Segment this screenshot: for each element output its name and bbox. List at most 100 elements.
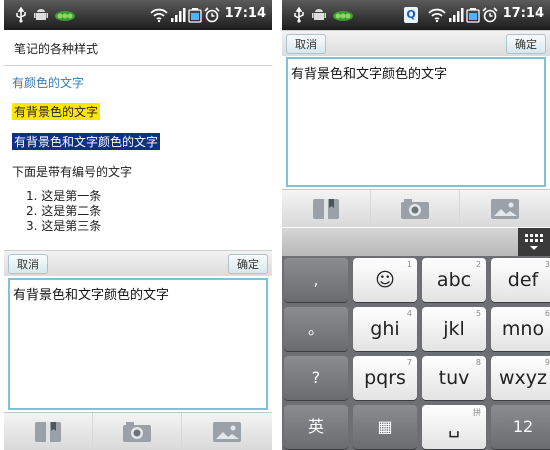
keyboard-key-r1c0[interactable]: 。 [284, 307, 348, 351]
key-sublabel: 1 [406, 260, 412, 269]
list-item: 3. 这是第三条 [26, 219, 102, 233]
key-label: ? [311, 368, 321, 387]
key-label: ☺ [375, 269, 395, 291]
editor-bar: 取消 确定 [282, 30, 550, 56]
wifi-icon [150, 8, 168, 23]
cancel-button[interactable]: 取消 [8, 254, 48, 274]
camera-button[interactable] [371, 190, 460, 227]
keyboard-key-r2c2[interactable]: tuv 8 [422, 356, 486, 400]
usb-icon [16, 7, 26, 23]
key-label: wxyz [498, 367, 547, 389]
key-label: def [507, 269, 539, 291]
key-label: ghi [370, 318, 400, 340]
keyboard-key-r2c1[interactable]: pqrs 7 [353, 356, 417, 400]
bookmark-icon [313, 198, 339, 219]
note-title: 笔记的各种样式 [14, 42, 99, 56]
key-label: mno [501, 318, 545, 340]
key-label: ▦ [377, 417, 393, 436]
key-sublabel: 拼 [473, 408, 481, 417]
usb-icon [294, 7, 304, 23]
bottom-toolbar [282, 189, 550, 227]
peas-icon [55, 11, 75, 21]
key-label: jkl [443, 318, 465, 340]
bookmark-button[interactable] [282, 190, 371, 227]
numbered-intro-line: 下面是带有编号的文字 [12, 165, 133, 179]
keyboard-key-r1c3[interactable]: mno 6 [491, 307, 550, 351]
key-label: ␣ [447, 416, 461, 438]
camera-button[interactable] [93, 413, 182, 450]
key-label: 英 [307, 417, 324, 436]
keyboard-key-r0c2[interactable]: abc 2 [422, 258, 486, 302]
key-sublabel: 7 [406, 358, 412, 367]
key-label: tuv [438, 367, 470, 389]
highlighted-colored-text-line: 有背景色和文字颜色的文字 [12, 133, 161, 150]
signal-icon [171, 8, 186, 22]
image-button[interactable] [460, 190, 550, 227]
bookmark-icon [35, 421, 61, 442]
note-text-field[interactable]: 有背景色和文字颜色的文字 [8, 278, 268, 410]
ok-button[interactable]: 确定 [228, 254, 268, 274]
keyboard: ,☺1abc2def3⌫。ghi4jkl5mno6#?pqrs7tuv8wxyz… [282, 228, 550, 450]
highlighted-text-line: 有背景色的文字 [12, 103, 101, 120]
numbered-list: 1. 这是第一条 2. 这是第二条 3. 这是第三条 [26, 189, 101, 234]
key-sublabel: 6 [544, 309, 550, 318]
colored-text-line: 有颜色的文字 [12, 76, 85, 90]
key-sublabel: 8 [475, 358, 481, 367]
alarm-icon [204, 7, 220, 23]
clock-time: 17:14 [224, 6, 266, 21]
status-bar: Q 17:14 [282, 0, 550, 30]
wifi-icon [428, 8, 446, 23]
keyboard-key-r1c2[interactable]: jkl 5 [422, 307, 486, 351]
right-screen: Q 17:14 取消 确定 有背景色和文字颜色的文字 ,☺1abc2def3⌫。… [282, 0, 550, 450]
editor-bar: 取消 确定 [4, 250, 272, 276]
keyboard-key-r0c3[interactable]: def 3 [491, 258, 550, 302]
android-icon [34, 9, 48, 20]
key-label: abc [436, 269, 472, 291]
key-sublabel: 3 [544, 260, 550, 269]
hide-keyboard-button[interactable] [518, 228, 550, 256]
keyboard-key-r3c0[interactable]: 英 [284, 405, 348, 449]
keyboard-key-r2c0[interactable]: ? [284, 356, 348, 400]
key-label: , [313, 270, 319, 289]
battery-icon [188, 8, 202, 23]
key-label: 。 [307, 319, 324, 338]
bookmark-button[interactable] [4, 413, 93, 450]
clock-time: 17:14 [502, 6, 544, 21]
input-method-q-icon: Q [404, 7, 418, 23]
signal-icon [449, 8, 464, 22]
keyboard-key-r0c0[interactable]: , [284, 258, 348, 302]
peas-icon [333, 11, 353, 21]
keyboard-key-r3c2[interactable]: ␣ 拼 [422, 405, 486, 449]
note-content: 笔记的各种样式 有颜色的文字 有背景色的文字 有背景色和文字颜色的文字 下面是带… [4, 30, 272, 248]
status-bar: 17:14 [4, 0, 272, 30]
key-sublabel: 4 [406, 309, 412, 318]
camera-icon [123, 421, 151, 442]
android-icon [312, 9, 326, 20]
keyboard-key-r0c1[interactable]: ☺ 1 [353, 258, 417, 302]
list-item: 1. 这是第一条 [26, 189, 102, 203]
keyboard-key-r1c1[interactable]: ghi 4 [353, 307, 417, 351]
keyboard-hide-icon [525, 234, 543, 250]
image-icon [491, 198, 519, 219]
key-sublabel: 2 [475, 260, 481, 269]
key-sublabel: 5 [475, 309, 481, 318]
battery-icon [466, 8, 480, 23]
cancel-button[interactable]: 取消 [286, 34, 326, 54]
key-sublabel: 9 [544, 358, 550, 367]
key-label: 12 [512, 417, 534, 436]
note-text-field[interactable]: 有背景色和文字颜色的文字 [286, 57, 546, 187]
key-label: pqrs [364, 367, 406, 389]
keyboard-key-r2c3[interactable]: wxyz 9 [491, 356, 550, 400]
keyboard-key-r3c3[interactable]: 12 [491, 405, 550, 449]
divider [4, 65, 272, 66]
keyboard-key-r3c1[interactable]: ▦ * [353, 405, 417, 449]
image-button[interactable] [182, 413, 272, 450]
keyboard-top-strip [282, 228, 550, 256]
camera-icon [401, 198, 429, 219]
alarm-icon [482, 7, 498, 23]
bottom-toolbar [4, 412, 272, 450]
left-screen: 17:14 笔记的各种样式 有颜色的文字 有背景色的文字 有背景色和文字颜色的文… [4, 0, 272, 450]
image-icon [213, 421, 241, 442]
ok-button[interactable]: 确定 [506, 34, 546, 54]
key-sublabel: * [408, 407, 412, 416]
